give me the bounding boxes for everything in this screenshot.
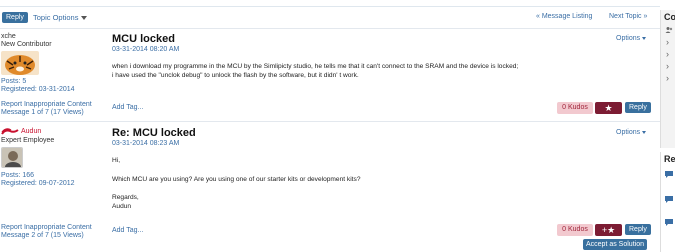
author-rank: Expert Employee — [1, 137, 55, 144]
avatar[interactable] — [1, 147, 23, 168]
post-reply-button[interactable]: Reply — [625, 224, 651, 235]
top-divider — [0, 6, 660, 7]
options-label: Options — [616, 35, 641, 42]
options-label: Options — [616, 129, 641, 136]
chevron-right-icon[interactable]: › — [661, 47, 675, 59]
post-divider — [0, 121, 660, 122]
sidebar-heading: Re — [664, 154, 675, 164]
chevron-right-icon[interactable]: › — [661, 71, 675, 83]
people-icon — [661, 22, 675, 36]
topic-options-label: Topic Options — [33, 13, 79, 22]
post-title[interactable]: Re: MCU locked — [112, 127, 196, 139]
speech-bubble-icon — [661, 205, 675, 228]
post-body-line: Which MCU are you using? Are you using o… — [112, 176, 361, 183]
sidebar-heading: Co — [664, 12, 675, 22]
report-inappropriate-link[interactable]: Report Inappropriate Content — [1, 101, 92, 109]
post-options-menu[interactable]: Options — [616, 129, 647, 136]
kudos-count: 0 Kudos — [557, 224, 593, 236]
topic-options-menu[interactable]: Topic Options — [33, 13, 88, 22]
message-listing-link[interactable]: « Message Listing — [536, 13, 592, 20]
right-sidebar-bottom: Re — [660, 152, 675, 252]
message-info: Message 2 of 7 (15 Views) — [1, 232, 84, 239]
add-tag-link[interactable]: Add Tag... — [112, 227, 143, 235]
chevron-down-icon — [642, 130, 647, 134]
post-date: 03-31-2014 08:23 AM — [112, 140, 180, 147]
speech-bubble-icon — [661, 164, 675, 180]
avatar[interactable] — [1, 51, 39, 75]
chevron-right-icon[interactable]: › — [661, 59, 675, 71]
author-rank: New Contributor — [1, 41, 52, 48]
add-tag-link[interactable]: Add Tag... — [112, 104, 143, 112]
post-body-line: Audun — [112, 203, 132, 210]
author-registered: Registered: 09-07-2012 — [1, 180, 75, 187]
post-divider — [0, 28, 660, 29]
post-options-menu[interactable]: Options — [616, 35, 647, 42]
post-body-line: i have used the "unclok debug" to unlock… — [112, 72, 359, 79]
chevron-right-icon[interactable]: › — [661, 36, 675, 47]
next-topic-link[interactable]: Next Topic » — [609, 13, 647, 20]
author-registered: Registered: 03-31-2014 — [1, 86, 75, 93]
post-date: 03-31-2014 08:20 AM — [112, 46, 180, 53]
star-icon: ★ — [604, 103, 613, 113]
post-reply-button[interactable]: Reply — [625, 102, 651, 113]
accept-solution-button[interactable]: Accept as Solution — [583, 239, 647, 250]
star-icon: +★ — [601, 225, 616, 235]
report-inappropriate-link[interactable]: Report Inappropriate Content — [1, 224, 92, 232]
post-title[interactable]: MCU locked — [112, 33, 175, 45]
kudos-star-button[interactable]: +★ — [595, 224, 622, 236]
speech-bubble-icon — [661, 180, 675, 205]
message-info: Message 1 of 7 (17 Views) — [1, 109, 84, 116]
kudos-count: 0 Kudos — [557, 102, 593, 114]
chevron-down-icon — [642, 36, 647, 40]
right-sidebar-top: Co › › › › — [660, 10, 675, 148]
kudos-star-button[interactable]: ★ — [595, 102, 622, 114]
chevron-down-icon — [81, 16, 88, 21]
person-avatar-icon — [2, 148, 22, 167]
post-body-line: Hi, — [112, 157, 121, 164]
author-posts: Posts: 166 — [1, 172, 35, 179]
post-body-line: when i download my programme in the MCU … — [112, 63, 519, 70]
employee-badge-icon — [1, 128, 19, 136]
author-name[interactable]: xche — [1, 33, 16, 41]
tiger-avatar-icon — [1, 51, 39, 75]
post-body-line: Regards, — [112, 194, 139, 201]
reply-button[interactable]: Reply — [2, 12, 28, 23]
author-posts: Posts: 5 — [1, 78, 27, 85]
author-name[interactable]: Audun — [21, 128, 41, 135]
